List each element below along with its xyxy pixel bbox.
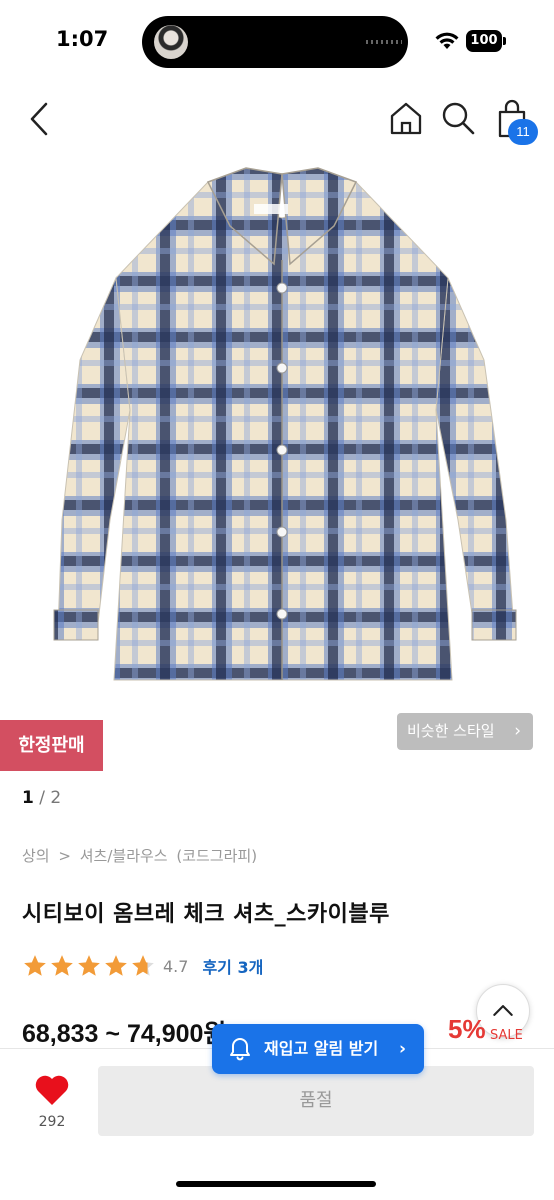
- back-arrow-icon[interactable]: [22, 98, 58, 140]
- search-icon[interactable]: [440, 100, 476, 136]
- home-icon[interactable]: [388, 100, 424, 136]
- star-icon: [51, 955, 73, 976]
- battery-indicator: 100: [466, 30, 502, 52]
- rating-value: 4.7: [163, 956, 189, 976]
- like-count: 292: [38, 1114, 66, 1130]
- chevron-right-icon: ›: [398, 1039, 406, 1059]
- status-time: 1:07: [56, 27, 109, 51]
- similar-style-label: 비슷한 스타일: [407, 722, 495, 740]
- heart-icon: [35, 1075, 69, 1105]
- cart-count-badge: 11: [508, 119, 538, 145]
- dynamic-island: [142, 16, 408, 68]
- limited-sale-badge: 한정판매: [0, 720, 103, 771]
- breadcrumb-item-subcategory[interactable]: 셔츠/블라우스: [80, 847, 168, 865]
- breadcrumb-item-brand[interactable]: (코드그라피): [176, 847, 257, 865]
- page-current: 1: [22, 788, 34, 808]
- product-title: 시티보이 옴브레 체크 셔츠_스카이블루: [22, 902, 390, 927]
- discount-rate: 5%: [448, 1014, 486, 1044]
- page-total: 2: [50, 788, 62, 808]
- soldout-button[interactable]: 품절: [98, 1066, 534, 1136]
- audio-waveform-icon: [366, 40, 402, 44]
- now-playing-avatar: [154, 25, 188, 59]
- like-button[interactable]: 292: [26, 1074, 78, 1136]
- status-bar: 1:07 100: [0, 0, 554, 84]
- star-icon: [78, 955, 100, 976]
- star-icon: [105, 955, 127, 976]
- restock-alert-button[interactable]: 재입고 알림 받기 ›: [212, 1024, 424, 1074]
- similar-style-button[interactable]: 비슷한 스타일 ›: [397, 713, 533, 750]
- battery-tip: [503, 37, 506, 45]
- rating-stars: [22, 953, 157, 979]
- image-page-indicator: 1 / 2: [22, 788, 61, 808]
- restock-alert-label: 재입고 알림 받기: [264, 1039, 379, 1058]
- breadcrumb-separator: >: [58, 847, 71, 865]
- bell-icon: [230, 1038, 250, 1061]
- chevron-right-icon: ›: [514, 721, 521, 741]
- review-count-link[interactable]: 후기 3개: [202, 954, 263, 978]
- product-image[interactable]: [44, 160, 522, 710]
- rating-row: 4.7 후기 3개: [22, 952, 263, 980]
- sale-label: SALE: [490, 1028, 523, 1043]
- star-half-icon: [132, 955, 154, 976]
- breadcrumb: 상의 > 셔츠/블라우스 (코드그라피): [22, 845, 261, 866]
- wifi-icon: [435, 32, 459, 49]
- page-separator: /: [33, 788, 51, 808]
- product-price: 68,833 ~ 74,900원: [22, 1020, 227, 1048]
- home-indicator: [176, 1181, 376, 1187]
- star-icon: [24, 955, 46, 976]
- breadcrumb-item-category[interactable]: 상의: [22, 847, 50, 865]
